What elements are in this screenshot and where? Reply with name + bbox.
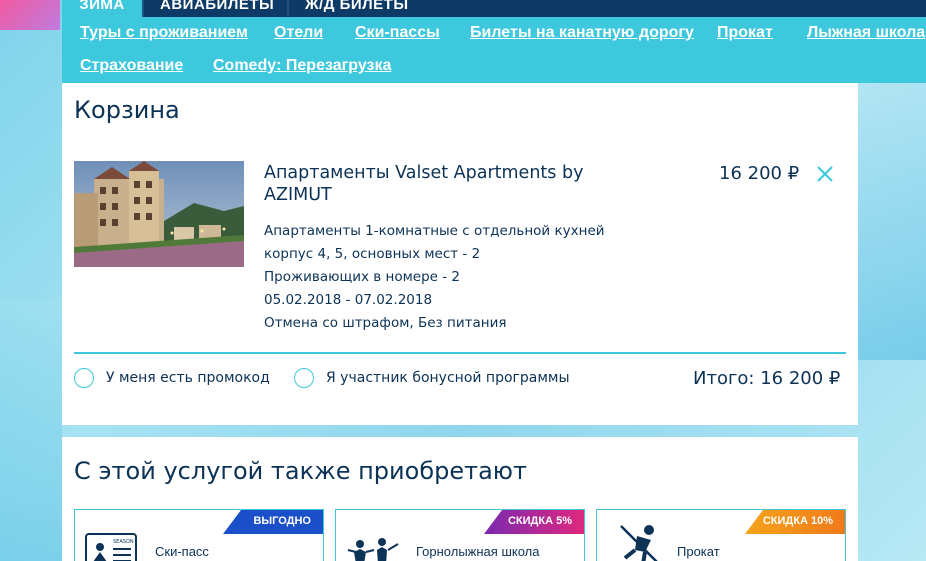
background-decoration [856, 60, 926, 360]
detail-line: Проживающих в номере - 2 [264, 269, 461, 285]
nav-ski-school[interactable]: Лыжная школа [807, 24, 925, 42]
cart-title: Корзина [74, 96, 180, 124]
detail-line: 05.02.2018 - 07.02.2018 [264, 292, 433, 308]
cart-total: Итого: 16 200 ₽ [693, 368, 841, 389]
service-name: Горнолыжная школа [416, 544, 540, 559]
service-name: Прокат [677, 544, 720, 559]
promo-code-radio[interactable] [74, 368, 94, 388]
hotel-photo[interactable] [74, 161, 244, 267]
promo-code-label: У меня есть промокод [106, 370, 270, 386]
season-pass-icon: SEASON [85, 533, 137, 561]
ski-school-icon [347, 538, 399, 561]
remove-item-button[interactable] [816, 165, 834, 183]
tab-separator [142, 0, 144, 17]
tab-flights[interactable]: АВИАБИЛЕТЫ [160, 0, 274, 17]
service-card-ski-school[interactable]: СКИДКА 5% Горнолыжная школа [335, 509, 585, 561]
background-decoration [0, 300, 62, 561]
sub-nav: Туры с проживанием Отели Ски-пассы Билет… [62, 17, 926, 83]
tab-winter[interactable]: ЗИМА [62, 0, 142, 17]
promo-code-option[interactable]: У меня есть промокод [74, 368, 270, 388]
item-details: Апартаменты 1-комнатные с отдельной кухн… [264, 220, 605, 335]
bonus-program-label: Я участник бонусной программы [326, 370, 570, 386]
nav-rental[interactable]: Прокат [717, 24, 773, 42]
bonus-program-option[interactable]: Я участник бонусной программы [294, 368, 570, 388]
detail-line: Апартаменты 1-комнатные с отдельной кухн… [264, 223, 605, 239]
divider [74, 352, 846, 354]
nav-ski-passes[interactable]: Ски-пассы [355, 24, 440, 42]
nav-hotels[interactable]: Отели [274, 24, 323, 42]
nav-cable-car-tickets[interactable]: Билеты на канатную дорогу [470, 24, 694, 42]
also-bought-title: С этой услугой также приобретают [74, 457, 527, 485]
discount-badge: СКИДКА 10% [745, 510, 845, 534]
skier-icon [620, 525, 658, 561]
item-title[interactable]: Апартаменты Valset Apartments by AZIMUT [264, 162, 624, 206]
nav-tours[interactable]: Туры с проживанием [80, 24, 248, 42]
tab-separator [287, 0, 289, 17]
bonus-program-radio[interactable] [294, 368, 314, 388]
service-card-ski-pass[interactable]: ВЫГОДНО SEASON Ски-пасс [74, 509, 324, 561]
close-icon [817, 166, 833, 182]
detail-line: корпус 4, 5, основных мест - 2 [264, 246, 481, 262]
service-card-rental[interactable]: СКИДКА 10% Прокат [596, 509, 846, 561]
also-bought-card: С этой услугой также приобретают ВЫГОДНО… [62, 437, 858, 561]
nav-insurance[interactable]: Страхование [80, 57, 183, 75]
top-nav: ЗИМА АВИАБИЛЕТЫ Ж/Д БИЛЕТЫ [62, 0, 926, 17]
item-price: 16 200 ₽ [719, 163, 800, 184]
background-decoration [0, 0, 60, 30]
cart-card: Корзина Апартаменты Valset Apartments by… [62, 83, 858, 425]
detail-line: Отмена со штрафом, Без питания [264, 315, 507, 331]
svg-text:SEASON: SEASON [113, 539, 134, 545]
service-name: Ски-пасс [155, 544, 209, 559]
tab-train-tickets[interactable]: Ж/Д БИЛЕТЫ [305, 0, 409, 17]
nav-comedy[interactable]: Comedy: Перезагрузка [213, 57, 391, 75]
deal-badge: ВЫГОДНО [223, 510, 323, 534]
discount-badge: СКИДКА 5% [484, 510, 584, 534]
